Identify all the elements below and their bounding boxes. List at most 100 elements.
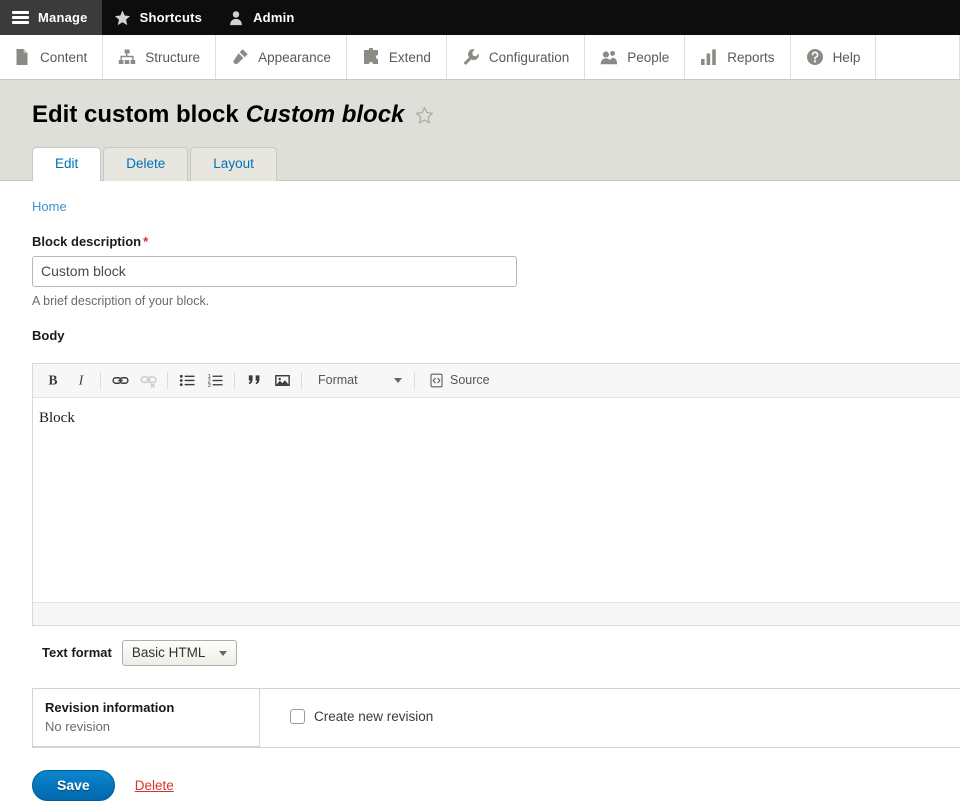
sitemap-icon	[119, 49, 136, 64]
toolbar-tab-manage-label: Manage	[38, 10, 88, 25]
ckeditor-toolbar: B I 1 2 3 Format Source	[33, 363, 960, 398]
menu-item-people[interactable]: People	[585, 35, 686, 79]
people-icon	[600, 50, 618, 65]
question-circle-icon	[806, 49, 823, 65]
menu-item-appearance-label: Appearance	[258, 49, 331, 65]
toolbar-separator	[100, 371, 101, 389]
tab-edit-label: Edit	[55, 156, 79, 172]
text-format-select[interactable]: Basic HTML	[121, 639, 237, 666]
format-dropdown[interactable]: Format	[310, 369, 406, 391]
vertical-tab-revision-information[interactable]: Revision information No revision	[33, 688, 259, 747]
menu-item-extend[interactable]: Extend	[347, 35, 447, 79]
tab-layout-label: Layout	[213, 156, 254, 172]
blockquote-icon[interactable]	[242, 369, 266, 391]
admin-menu-spacer	[876, 35, 960, 79]
required-marker: *	[143, 233, 149, 249]
user-icon	[230, 10, 242, 25]
menu-item-content-label: Content	[40, 49, 88, 65]
breadcrumb-link-home[interactable]: Home	[32, 199, 67, 214]
menu-item-configuration-label: Configuration	[488, 49, 570, 65]
bold-icon[interactable]: B	[41, 369, 65, 391]
block-description-help: A brief description of your block.	[32, 293, 210, 308]
source-code-icon	[430, 373, 443, 388]
star-outline-icon[interactable]	[415, 106, 434, 125]
field-block-description: Block description* A brief description o…	[32, 234, 960, 308]
admin-menu: Content Structure Appearance Extend Conf…	[0, 35, 960, 80]
link-icon[interactable]	[108, 369, 132, 391]
svg-text:3: 3	[207, 383, 210, 389]
svg-text:B: B	[48, 373, 57, 388]
puzzle-piece-icon	[363, 48, 378, 64]
menu-item-structure-label: Structure	[145, 49, 201, 65]
form-actions: Save Delete	[32, 769, 960, 801]
menu-item-help[interactable]: Help	[791, 35, 877, 79]
tab-delete[interactable]: Delete	[103, 147, 189, 181]
main-content: Home Block description* A brief descript…	[0, 198, 960, 801]
ckeditor-footer	[33, 601, 960, 625]
menu-item-help-label: Help	[832, 49, 861, 65]
tab-delete-label: Delete	[126, 156, 166, 172]
ckeditor: B I 1 2 3 Format Source Block	[32, 362, 960, 626]
block-description-label-text: Block description	[32, 233, 142, 249]
toolbar-separator	[167, 371, 168, 389]
file-icon	[16, 49, 28, 65]
toolbar-tab-admin-label: Admin	[253, 10, 295, 25]
menu-item-reports-label: Reports	[727, 49, 775, 65]
star-icon	[114, 10, 130, 25]
vertical-tabs: Revision information No revision Create …	[32, 687, 960, 748]
hamburger-icon	[12, 11, 29, 24]
block-description-input[interactable]	[32, 255, 517, 287]
paintbrush-icon	[233, 49, 248, 65]
chevron-down-icon	[394, 377, 402, 383]
create-new-revision-checkbox[interactable]	[290, 708, 305, 724]
block-description-label: Block description *	[32, 234, 960, 249]
tab-layout[interactable]: Layout	[190, 147, 277, 181]
toolbar-tab-manage[interactable]: Manage	[0, 0, 102, 35]
source-button-label: Source	[450, 373, 490, 388]
menu-item-structure[interactable]: Structure	[103, 35, 217, 79]
text-format-row: Text format Basic HTML	[42, 639, 960, 666]
toolbar-separator	[234, 371, 235, 389]
toolbar-separator	[301, 371, 302, 389]
page-title-emphasis: Custom block	[245, 101, 405, 128]
bulleted-list-icon[interactable]	[175, 369, 199, 391]
field-body: Body	[32, 328, 960, 343]
create-new-revision-label: Create new revision	[314, 708, 434, 724]
ckeditor-paragraph: Block	[39, 409, 75, 426]
toolbar-tab-shortcuts[interactable]: Shortcuts	[102, 0, 216, 35]
image-icon[interactable]	[270, 369, 294, 391]
vertical-tab-summary: No revision	[45, 718, 111, 734]
italic-icon[interactable]: I	[69, 369, 93, 391]
page-header: Edit custom block Custom block Edit Dele…	[0, 80, 960, 181]
numbered-list-icon[interactable]: 1 2 3	[203, 369, 227, 391]
delete-link[interactable]: Delete	[135, 778, 174, 793]
vertical-tabs-pane: Create new revision	[260, 688, 960, 747]
primary-tabs: Edit Delete Layout	[32, 147, 960, 181]
tab-edit[interactable]: Edit	[32, 147, 102, 181]
menu-item-content[interactable]: Content	[0, 35, 104, 79]
save-button[interactable]: Save	[32, 769, 115, 801]
breadcrumb: Home	[32, 199, 960, 214]
menu-item-configuration[interactable]: Configuration	[447, 35, 586, 79]
toolbar-separator	[414, 371, 415, 389]
text-format-select-wrapper: Basic HTML	[121, 639, 237, 666]
ckeditor-editable-area[interactable]: Block	[33, 397, 960, 602]
format-dropdown-label: Format	[318, 373, 358, 388]
text-format-label: Text format	[42, 645, 112, 661]
source-button[interactable]: Source	[423, 369, 496, 391]
vertical-tabs-menu: Revision information No revision	[33, 688, 260, 747]
svg-text:I: I	[78, 373, 85, 388]
menu-item-reports[interactable]: Reports	[685, 35, 791, 79]
menu-item-appearance[interactable]: Appearance	[216, 35, 347, 79]
page-title: Edit custom block Custom block	[32, 101, 960, 128]
page-title-prefix: Edit custom block	[32, 101, 239, 128]
toolbar-tab-shortcuts-label: Shortcuts	[139, 10, 203, 25]
menu-item-extend-label: Extend	[388, 49, 431, 65]
toolbar-tab-admin[interactable]: Admin	[216, 0, 308, 35]
vertical-tab-title: Revision information	[45, 699, 175, 715]
create-new-revision-row[interactable]: Create new revision	[290, 708, 960, 724]
wrench-icon	[463, 49, 479, 65]
unlink-icon	[136, 369, 160, 391]
body-label: Body	[32, 327, 65, 343]
menu-item-people-label: People	[627, 49, 670, 65]
